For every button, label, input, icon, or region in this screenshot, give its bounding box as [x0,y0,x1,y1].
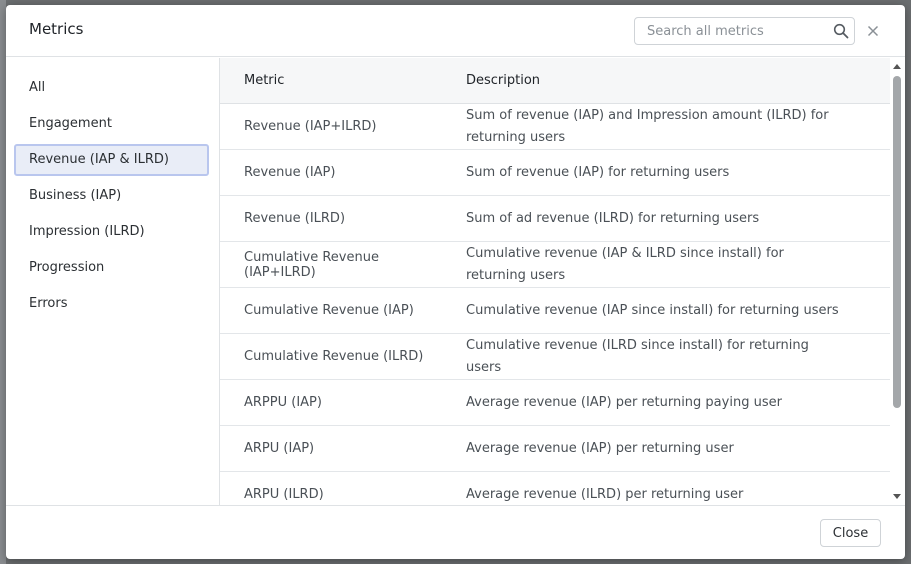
table-scrollbar[interactable] [890,58,905,505]
modal-title: Metrics [29,20,84,38]
description-cell: Sum of revenue (IAP) and Impression amou… [466,107,829,145]
sidebar-item-label: Engagement [29,116,112,131]
metrics-table: Metric Description Revenue (IAP+ILRD) Su… [220,58,905,505]
metric-cell: ARPU (IAP) [244,441,315,456]
description-cell: Cumulative revenue (ILRD since install) … [466,337,809,375]
modal-footer: Close [6,505,905,559]
sidebar-item-label: Revenue (IAP & ILRD) [29,152,169,167]
metric-cell: Revenue (ILRD) [244,211,346,226]
description-cell: Sum of revenue (IAP) for returning users [466,164,730,180]
table-row[interactable]: Revenue (IAP+ILRD) Sum of revenue (IAP) … [220,104,890,150]
description-cell: Average revenue (IAP) per returning user [466,440,734,456]
category-sidebar: All Engagement Revenue (IAP & ILRD) Busi… [6,58,220,505]
sidebar-item-all[interactable]: All [14,72,209,104]
sidebar-item-label: All [29,80,46,95]
table-row[interactable]: Revenue (ILRD) Sum of ad revenue (ILRD) … [220,196,890,242]
column-header-metric: Metric [244,73,285,88]
metric-cell: Revenue (IAP) [244,165,336,180]
description-cell: Cumulative revenue (IAP since install) f… [466,302,839,318]
sidebar-item-label: Progression [29,260,105,275]
metric-cell: Cumulative Revenue (IAP) [244,303,414,318]
sidebar-item-label: Errors [29,296,68,311]
description-cell: Sum of ad revenue (ILRD) for returning u… [466,210,760,226]
metrics-modal: Metrics All Engagement Revenue (IAP [6,5,905,559]
table-row[interactable]: ARPU (IAP) Average revenue (IAP) per ret… [220,426,890,472]
sidebar-item-engagement[interactable]: Engagement [14,108,209,140]
sidebar-item-errors[interactable]: Errors [14,288,209,320]
scroll-up-arrow-icon[interactable] [893,64,901,69]
search-box[interactable] [634,17,855,45]
metric-cell: Cumulative Revenue (IAP+ILRD) [244,249,379,280]
description-cell: Average revenue (ILRD) per returning use… [466,486,744,502]
metric-cell: ARPU (ILRD) [244,487,324,502]
sidebar-item-label: Impression (ILRD) [29,224,145,239]
search-input[interactable] [635,18,825,44]
close-icon[interactable] [863,21,883,41]
sidebar-item-impression[interactable]: Impression (ILRD) [14,216,209,248]
sidebar-item-progression[interactable]: Progression [14,252,209,284]
sidebar-item-business[interactable]: Business (IAP) [14,180,209,212]
metric-cell: Cumulative Revenue (ILRD) [244,349,424,364]
table-row[interactable]: Revenue (IAP) Sum of revenue (IAP) for r… [220,150,890,196]
description-cell: Average revenue (IAP) per returning payi… [466,394,782,410]
sidebar-item-revenue[interactable]: Revenue (IAP & ILRD) [14,144,209,176]
table-row[interactable]: Cumulative Revenue (ILRD) Cumulative rev… [220,334,890,380]
table-row[interactable]: ARPPU (IAP) Average revenue (IAP) per re… [220,380,890,426]
scroll-thumb[interactable] [893,76,901,408]
modal-header: Metrics [6,5,905,57]
search-icon[interactable] [833,23,849,39]
column-header-description: Description [466,73,541,88]
table-row[interactable]: ARPU (ILRD) Average revenue (ILRD) per r… [220,472,890,505]
description-cell: Cumulative revenue (IAP & ILRD since ins… [466,245,784,283]
table-row[interactable]: Cumulative Revenue (IAP) Cumulative reve… [220,288,890,334]
metric-cell: ARPPU (IAP) [244,395,322,410]
metric-cell: Revenue (IAP+ILRD) [244,119,377,134]
table-header: Metric Description [220,58,890,104]
sidebar-item-label: Business (IAP) [29,188,122,203]
table-row[interactable]: Cumulative Revenue (IAP+ILRD) Cumulative… [220,242,890,288]
scroll-down-arrow-icon[interactable] [893,494,901,499]
close-button[interactable]: Close [820,519,881,547]
